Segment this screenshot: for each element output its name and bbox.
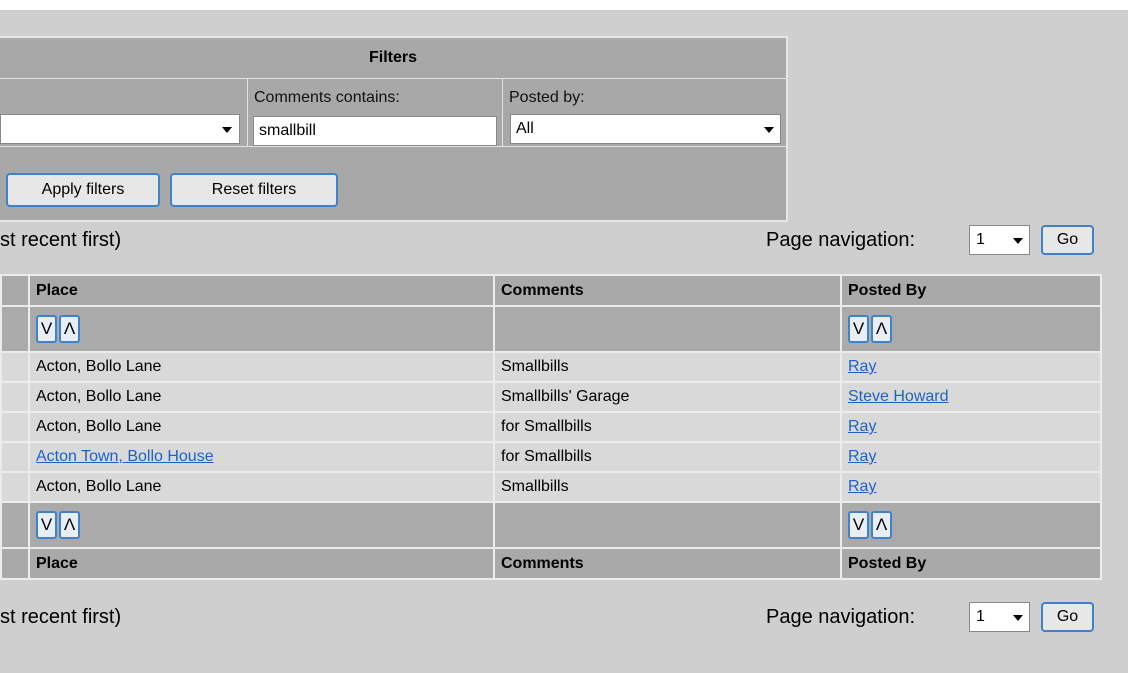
header-place[interactable]: Place — [28, 274, 495, 307]
posted-by-select-value: All — [516, 120, 534, 137]
posted-by-sort-cell: VΛ — [840, 305, 1102, 353]
sort-row-top: VΛ VΛ — [0, 305, 1102, 353]
sort-descending-button[interactable]: V — [848, 511, 869, 539]
chevron-down-icon — [1013, 238, 1023, 244]
table-row: Acton, Bollo Lane Smallbills Ray — [0, 471, 1102, 503]
comments-cell: for Smallbills — [493, 411, 842, 443]
go-button-top[interactable]: Go — [1041, 225, 1094, 255]
place-sort-cell: VΛ — [28, 501, 495, 549]
comments-cell: Smallbills' Garage — [493, 381, 842, 413]
page-select-value: 1 — [976, 608, 985, 625]
footer-place[interactable]: Place — [28, 547, 495, 580]
posted-by-select[interactable]: All — [510, 114, 781, 144]
table-cell — [0, 411, 30, 443]
first-filter-select[interactable] — [0, 114, 240, 144]
filters-title: Filters — [0, 38, 786, 79]
comments-cell: Smallbills — [493, 351, 842, 383]
posted-by-link[interactable]: Ray — [848, 358, 876, 375]
posted-by-link[interactable]: Ray — [848, 478, 876, 495]
place-cell: Acton, Bollo Lane — [28, 471, 495, 503]
page-navigation-label-bottom: Page navigation: — [766, 606, 916, 628]
sort-row-bottom: VΛ VΛ — [0, 501, 1102, 549]
footer-posted-by[interactable]: Posted By — [840, 547, 1102, 580]
footer-comments[interactable]: Comments — [493, 547, 842, 580]
results-table: Place Comments Posted By VΛ VΛ Acton, Bo… — [0, 274, 1102, 580]
table-cell — [0, 381, 30, 413]
table-row: Acton, Bollo Lane Smallbills' Garage Ste… — [0, 381, 1102, 413]
header-posted-by[interactable]: Posted By — [840, 274, 1102, 307]
filter-cell-comments: Comments contains: smallbill — [248, 79, 503, 147]
comments-cell: Smallbills — [493, 471, 842, 503]
sort-ascending-button[interactable]: Λ — [871, 315, 892, 343]
results-summary-bottom: st recent first) — [0, 606, 122, 628]
posted-by-sort-cell: VΛ — [840, 501, 1102, 549]
page-select-value: 1 — [976, 231, 985, 248]
posted-by-filter-label: Posted by: — [509, 89, 585, 106]
table-row: Acton, Bollo Lane for Smallbills Ray — [0, 411, 1102, 443]
posted-by-link[interactable]: Ray — [848, 448, 876, 465]
table-cell — [0, 547, 30, 580]
sort-descending-button[interactable]: V — [36, 315, 57, 343]
go-button-bottom[interactable]: Go — [1041, 602, 1094, 632]
reset-filters-button[interactable]: Reset filters — [170, 173, 338, 207]
place-cell: Acton, Bollo Lane — [28, 411, 495, 443]
table-cell — [493, 305, 842, 353]
table-cell — [0, 305, 30, 353]
filter-cell-posted-by: Posted by: All — [503, 79, 786, 147]
place-cell: Acton Town, Bollo House — [28, 441, 495, 473]
page-select-bottom[interactable]: 1 — [969, 602, 1030, 632]
table-cell — [0, 441, 30, 473]
table-row: Acton Town, Bollo House for Smallbills R… — [0, 441, 1102, 473]
page-select-top[interactable]: 1 — [969, 225, 1030, 255]
place-cell: Acton, Bollo Lane — [28, 381, 495, 413]
comments-filter-input[interactable]: smallbill — [253, 116, 497, 146]
table-cell — [0, 501, 30, 549]
header-comments[interactable]: Comments — [493, 274, 842, 307]
filter-cell-first — [0, 79, 248, 147]
sort-ascending-button[interactable]: Λ — [59, 315, 80, 343]
sort-ascending-button[interactable]: Λ — [871, 511, 892, 539]
place-cell: Acton, Bollo Lane — [28, 351, 495, 383]
comments-cell: for Smallbills — [493, 441, 842, 473]
table-cell — [493, 501, 842, 549]
posted-by-link[interactable]: Steve Howard — [848, 388, 949, 405]
table-header-row: Place Comments Posted By — [0, 274, 1102, 307]
apply-filters-button[interactable]: Apply filters — [6, 173, 160, 207]
chevron-down-icon — [1013, 615, 1023, 621]
sort-ascending-button[interactable]: Λ — [59, 511, 80, 539]
sort-descending-button[interactable]: V — [36, 511, 57, 539]
table-footer-row: Place Comments Posted By — [0, 547, 1102, 580]
filters-panel: Filters Comments contains: smallbill Pos… — [0, 36, 788, 222]
sort-descending-button[interactable]: V — [848, 315, 869, 343]
posted-by-cell: Ray — [840, 411, 1102, 443]
place-link[interactable]: Acton Town, Bollo House — [36, 448, 214, 465]
chevron-down-icon — [222, 127, 232, 133]
chevron-down-icon — [764, 127, 774, 133]
page-navigation-label-top: Page navigation: — [766, 229, 916, 251]
results-summary-top: st recent first) — [0, 229, 122, 251]
posted-by-cell: Ray — [840, 441, 1102, 473]
table-cell — [0, 471, 30, 503]
page-area: Filters Comments contains: smallbill Pos… — [0, 10, 1128, 673]
comments-filter-label: Comments contains: — [254, 89, 400, 106]
posted-by-cell: Ray — [840, 471, 1102, 503]
table-cell — [0, 351, 30, 383]
posted-by-cell: Ray — [840, 351, 1102, 383]
table-row: Acton, Bollo Lane Smallbills Ray — [0, 351, 1102, 383]
place-sort-cell: VΛ — [28, 305, 495, 353]
table-cell — [0, 274, 30, 307]
posted-by-link[interactable]: Ray — [848, 418, 876, 435]
posted-by-cell: Steve Howard — [840, 381, 1102, 413]
